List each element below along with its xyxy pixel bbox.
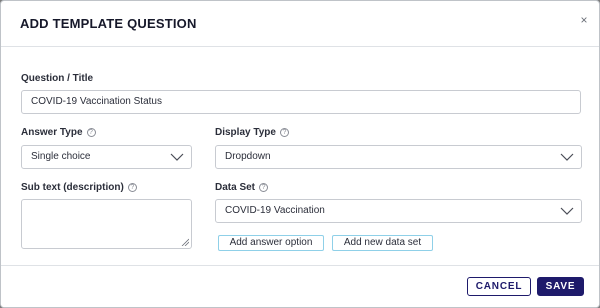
data-set-select[interactable]: COVID-19 Vaccination	[215, 199, 582, 223]
answer-type-label: Answer Type ?	[21, 127, 96, 138]
data-set-label-text: Data Set	[215, 182, 256, 193]
question-title-label: Question / Title	[21, 73, 93, 84]
answer-type-select[interactable]: Single choice	[21, 145, 192, 169]
help-circle-icon[interactable]: ?	[86, 128, 96, 137]
help-circle-icon[interactable]: ?	[259, 183, 269, 192]
data-set-value: COVID-19 Vaccination	[225, 205, 325, 216]
sub-text-textarea[interactable]	[21, 199, 192, 249]
question-title-value: COVID-19 Vaccination Status	[31, 96, 162, 107]
display-type-value: Dropdown	[225, 151, 271, 162]
modal-title: ADD TEMPLATE QUESTION	[20, 16, 197, 31]
resize-grip-icon[interactable]	[181, 238, 189, 246]
add-new-data-set-button[interactable]: Add new data set	[332, 235, 433, 251]
sub-text-label-text: Sub text (description)	[21, 182, 124, 193]
cancel-button[interactable]: CANCEL	[467, 277, 531, 296]
question-title-label-text: Question / Title	[21, 73, 94, 84]
help-circle-icon[interactable]: ?	[127, 183, 137, 192]
add-template-question-modal: ADD TEMPLATE QUESTION × Question / Title…	[0, 0, 600, 308]
chevron-down-icon	[560, 207, 574, 215]
answer-type-value: Single choice	[31, 151, 91, 162]
help-circle-icon[interactable]: ?	[279, 128, 289, 137]
add-answer-option-button[interactable]: Add answer option	[218, 235, 324, 251]
sub-text-label: Sub text (description) ?	[21, 182, 137, 193]
answer-type-label-text: Answer Type	[21, 127, 83, 138]
data-set-label: Data Set ?	[215, 182, 269, 193]
display-type-select[interactable]: Dropdown	[215, 145, 582, 169]
modal-header: ADD TEMPLATE QUESTION ×	[1, 1, 599, 47]
display-type-label-text: Display Type	[215, 127, 276, 138]
chevron-down-icon	[170, 153, 184, 161]
question-title-input[interactable]: COVID-19 Vaccination Status	[21, 90, 581, 114]
close-icon[interactable]: ×	[577, 13, 591, 27]
display-type-label: Display Type ?	[215, 127, 289, 138]
chevron-down-icon	[560, 153, 574, 161]
save-button[interactable]: SAVE	[537, 277, 584, 296]
